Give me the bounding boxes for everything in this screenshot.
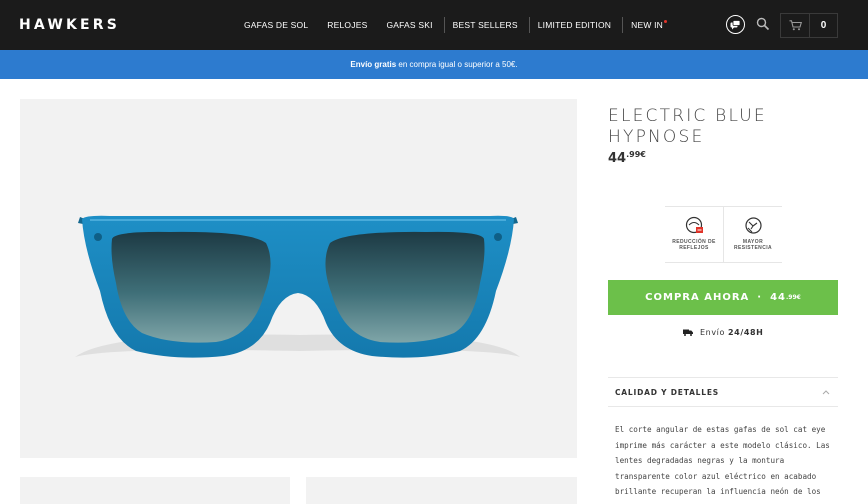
product-title: ELECTRIC BLUE HYPNOSE: [608, 106, 848, 148]
nav-item-relojes[interactable]: RELOJES: [319, 18, 375, 32]
product-description: El corte angular de estas gafas de sol c…: [615, 425, 830, 504]
sunglasses-image: [75, 215, 520, 358]
nav-item-gafas-ski[interactable]: GAFAS SKI: [378, 18, 440, 32]
feature-badges: REDUCCIÓN DE REFLEJOS MAYOR RESISTENCIA: [665, 206, 782, 263]
shipping-label: Envío: [700, 328, 725, 337]
cart-icon-wrap: [781, 14, 810, 37]
buy-separator: ·: [757, 292, 763, 303]
feature-resistance: MAYOR RESISTENCIA: [723, 207, 782, 262]
accordion-title: CALIDAD Y DETALLES: [615, 387, 719, 397]
nav-item-best-sellers[interactable]: BEST SELLERS: [445, 18, 526, 32]
product-thumbnail[interactable]: [306, 477, 577, 504]
product-title-line: ELECTRIC BLUE: [608, 106, 767, 126]
new-dot-badge: [664, 19, 668, 23]
logo[interactable]: HAWKERS: [19, 17, 120, 33]
product-thumbnail[interactable]: [20, 477, 290, 504]
promo-banner: Envío gratis en compra igual o superior …: [0, 50, 868, 79]
nav-label: BEST SELLERS: [452, 20, 518, 30]
product-image[interactable]: [20, 99, 577, 458]
promo-bold-text: Envío gratis: [350, 60, 397, 69]
buy-price-integer: 44: [770, 292, 786, 303]
price-decimals: .99€: [626, 150, 646, 159]
cart-count: 0: [820, 20, 827, 31]
product-title-line: HYPNOSE: [608, 127, 705, 147]
shipping-info: Envío 24/48H: [683, 328, 763, 337]
quality-details-accordion[interactable]: CALIDAD Y DETALLES: [608, 377, 838, 407]
nav-label: RELOJES: [327, 20, 368, 30]
site-header: HAWKERS GAFAS DE SOL RELOJES GAFAS SKI B…: [0, 0, 868, 50]
buy-label: COMPRA AHORA: [645, 292, 750, 303]
product-price: 44.99€: [608, 150, 646, 166]
chat-button[interactable]: [726, 15, 745, 34]
search-button[interactable]: [756, 17, 770, 31]
cart-button[interactable]: 0: [780, 13, 838, 38]
shipping-time: 24/48H: [727, 328, 764, 337]
nav-item-gafas-de-sol[interactable]: GAFAS DE SOL: [236, 18, 316, 32]
buy-price-decimals: .99€: [786, 294, 801, 301]
promo-text: en compra igual o superior a 50€.: [396, 60, 518, 69]
search-icon: [756, 17, 770, 31]
feature-label: MAYOR RESISTENCIA: [733, 239, 773, 251]
nav-label: GAFAS DE SOL: [244, 20, 309, 30]
nav-label: NEW IN: [631, 20, 664, 30]
feature-label: REDUCCIÓN DE REFLEJOS: [672, 239, 716, 251]
feature-anti-glare: REDUCCIÓN DE REFLEJOS: [665, 207, 723, 262]
nav-item-limited-edition[interactable]: LIMITED EDITION: [530, 18, 619, 32]
nav-label: LIMITED EDITION: [537, 20, 612, 30]
price-integer: 44: [608, 151, 627, 166]
main-nav: GAFAS DE SOL RELOJES GAFAS SKI BEST SELL…: [236, 0, 675, 50]
chevron-up-icon: [822, 390, 830, 395]
chat-bubble-icon: [730, 19, 741, 29]
resistance-icon: [744, 217, 762, 234]
anti-glare-icon: [685, 216, 703, 234]
truck-icon: [683, 329, 693, 336]
nav-label: GAFAS SKI: [386, 20, 433, 30]
cart-icon: [789, 20, 802, 31]
buy-now-button[interactable]: COMPRA AHORA · 44.99€: [608, 280, 838, 315]
nav-item-new-in[interactable]: NEW IN: [623, 18, 675, 32]
